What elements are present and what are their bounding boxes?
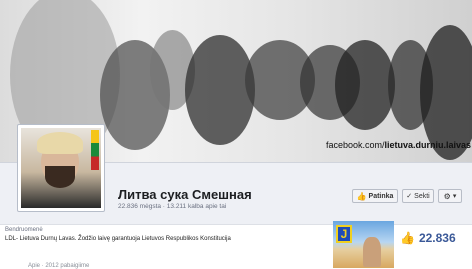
likes-counter[interactable]: 👍 22.836 <box>400 231 456 245</box>
cover-figure <box>185 35 255 145</box>
page-title[interactable]: Литва сука Смешная <box>118 187 252 202</box>
chevron-down-icon: ▾ <box>452 193 457 200</box>
photo-thumbnail[interactable]: J <box>333 221 394 268</box>
follow-button-label: Sekti <box>414 192 430 200</box>
profile-image <box>21 128 101 208</box>
check-icon: ✓ <box>406 193 413 200</box>
follow-button[interactable]: ✓ Sekti <box>402 189 434 203</box>
profile-picture[interactable] <box>17 124 105 212</box>
gear-icon: ⚙ <box>443 191 451 201</box>
about-text: LDL- Lietuva Durnų Lavas. Žodžio laivę g… <box>5 236 231 242</box>
profile-hair <box>37 132 83 154</box>
profile-beard <box>45 166 75 188</box>
like-button[interactable]: 👍 Patinka <box>352 189 398 203</box>
likes-count: 22.836 <box>418 231 456 245</box>
category-label: Bendruomenė <box>5 227 43 233</box>
more-options-button[interactable]: ⚙ ▾ <box>438 189 462 203</box>
like-button-label: Patinka <box>368 192 394 200</box>
thumbnail-logo: J <box>336 225 352 243</box>
thumbnail-figure <box>363 237 381 267</box>
thumbs-up-icon: 👍 <box>356 191 367 201</box>
thumbs-up-icon: 👍 <box>400 231 415 245</box>
cover-url: facebook.com/lietuva.durniu.laivas <box>326 140 472 150</box>
page-stats: 22.836 mėgsta · 13.211 kalba apie tai <box>118 203 227 210</box>
cover-figure <box>335 40 395 130</box>
flag-icon <box>91 130 99 170</box>
bottom-tabs[interactable]: Apie · 2012 pabaigiime <box>28 263 89 269</box>
